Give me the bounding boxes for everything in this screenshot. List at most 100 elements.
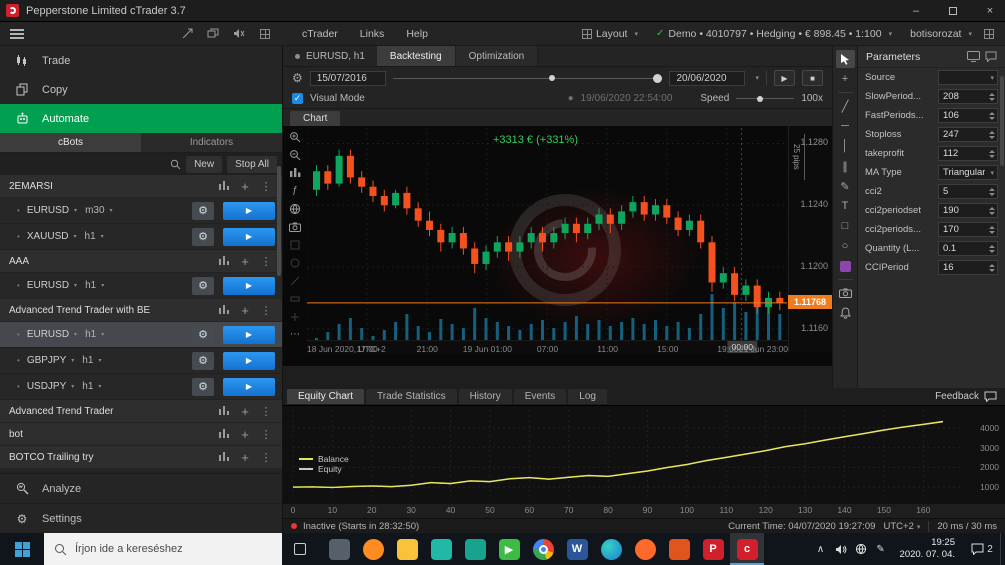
parameter-input[interactable]: 0.1 [938,241,998,256]
account-selector[interactable]: ✓ Demo • 4010797 • Hedging • € 898.45 • … [647,28,901,40]
tray-clock[interactable]: 19:25 2020. 07. 04. [891,537,964,561]
parameter-input[interactable]: 106 [938,108,998,123]
bot-instance-row[interactable]: •EURUSD▾h1▾⚙▶ [0,273,282,299]
instance-play-button[interactable]: ▶ [223,352,275,370]
taskbar-icon-dark-app[interactable] [322,533,356,565]
instrument-tab[interactable]: EURUSD, h1 [283,46,377,66]
bot-menu-icon[interactable]: ⋮ [259,304,273,317]
more-options-icon[interactable]: ⋯ [287,327,304,342]
object-tool-icon[interactable] [287,291,304,306]
spinner-buttons[interactable] [989,147,995,160]
bot-instances-icon[interactable] [217,304,231,317]
cursor-tool-icon[interactable] [836,50,855,68]
backtest-play-button[interactable]: ▶ [774,70,795,86]
trend-line-tool-icon[interactable]: ╱ [836,97,855,115]
profile-selector[interactable]: botisorozat ▾ [901,28,981,40]
bot-instances-icon[interactable] [217,451,231,464]
layout-selector[interactable]: Layout ▾ [573,28,647,40]
bot-instances-icon[interactable] [217,428,231,441]
parameter-input[interactable]: Triangular▾ [938,165,998,180]
timezone-selector[interactable]: UTC+2▾ [883,521,920,532]
instance-timeframe-select[interactable]: h1 [85,231,96,242]
bot-instance-row[interactable]: •USDJPY▾h1▾⚙▶ [0,374,282,400]
instance-play-button[interactable]: ▶ [223,228,275,246]
text-tool-icon[interactable]: T [836,197,855,215]
instance-timeframe-select[interactable]: m30 [85,205,104,216]
tab-indicators[interactable]: Indicators [141,133,282,153]
instance-symbol-select[interactable]: USDJPY [27,381,66,392]
crosshair-tool-icon[interactable]: + [836,70,855,88]
taskbar-icon-file-explorer[interactable] [390,533,424,565]
candlestick-chart[interactable] [307,128,787,354]
instance-timeframe-select[interactable]: h1 [82,355,93,366]
instance-timeframe-select[interactable]: h1 [85,329,96,340]
chevron-down-icon[interactable]: ▾ [755,74,759,82]
instance-play-button[interactable]: ▶ [223,378,275,396]
tray-chevron-up-icon[interactable]: ∧ [811,544,831,555]
chart-area[interactable]: ƒ ⋯ +3313 € (+331%) 25 pips 1.11768 1.12… [283,126,832,366]
spinner-buttons[interactable] [989,204,995,217]
rectangle-tool-icon[interactable]: □ [836,217,855,235]
tab-optimization[interactable]: Optimization [456,46,539,66]
parameter-input[interactable]: 5 [938,184,998,199]
bot-menu-icon[interactable]: ⋮ [259,451,273,464]
bot-instances-icon[interactable] [217,255,231,268]
parameter-input[interactable]: ▾ [938,70,998,85]
taskbar-icon-word[interactable]: W [560,533,594,565]
backtest-settings-icon[interactable]: ⚙ [292,71,303,85]
mute-icon[interactable] [231,27,247,41]
close-button[interactable]: × [975,0,1005,22]
instance-play-button[interactable]: ▶ [223,326,275,344]
pen-icon[interactable]: ✎ [871,544,891,555]
taskbar-icon-chrome[interactable] [526,533,560,565]
instance-play-button[interactable]: ▶ [223,202,275,220]
indicators-icon[interactable]: ƒ [287,183,304,198]
ellipse-tool-icon[interactable]: ○ [836,237,855,255]
end-date-input[interactable]: 20/06/2020 [669,71,745,86]
object-tool-icon[interactable] [287,309,304,324]
instance-settings-button[interactable]: ⚙ [192,326,214,344]
instance-symbol-select[interactable]: EURUSD [27,280,69,291]
menu-help[interactable]: Help [395,28,439,40]
task-view-icon[interactable] [282,533,318,565]
add-instance-button[interactable]: + [238,427,252,442]
object-tool-icon[interactable] [287,237,304,252]
new-cbot-button[interactable]: New [186,156,222,173]
add-instance-button[interactable]: + [238,179,252,194]
bot-instance-row[interactable]: •EURUSD▾h1▾⚙▶ [0,322,282,348]
instance-settings-button[interactable]: ⚙ [192,228,214,246]
instance-timeframe-select[interactable]: h1 [85,280,96,291]
taskbar-icon-green-media-app[interactable]: ▶ [492,533,526,565]
slider-handle[interactable] [653,74,662,83]
sidebar-item-settings[interactable]: ⚙ Settings [0,503,282,533]
bot-menu-icon[interactable]: ⋮ [259,255,273,268]
bot-menu-icon[interactable]: ⋮ [259,428,273,441]
horizontal-line-tool-icon[interactable]: ─ [836,117,855,135]
start-date-input[interactable]: 15/07/2016 [310,71,386,86]
spinner-buttons[interactable] [989,185,995,198]
time-axis[interactable]: 00:00 18 Jun 2020, UTC+217:0021:0019 Jun… [307,340,788,354]
bot-header[interactable]: Advanced Trend Trader+⋮ [0,400,282,423]
add-instance-button[interactable]: + [238,450,252,465]
equity-chart[interactable]: Balance Equity 1000200030004000 [283,405,1005,504]
parameter-input[interactable]: 112 [938,146,998,161]
chat-icon[interactable] [985,51,997,62]
spinner-buttons[interactable] [989,242,995,255]
tab-cbots[interactable]: cBots [0,133,141,153]
parameter-input[interactable]: 16 [938,260,998,275]
object-tool-icon[interactable] [287,273,304,288]
bot-header[interactable]: AAA+⋮ [0,250,282,273]
menu-ctrader[interactable]: cTrader [291,28,349,40]
taskbar-icon-pepperstone[interactable]: P [696,533,730,565]
maximize-button[interactable] [938,0,968,22]
instance-symbol-select[interactable]: GBPJPY [27,355,66,366]
taskbar-icon-edge[interactable] [594,533,628,565]
vertical-line-tool-icon[interactable]: │ [836,137,855,155]
zoom-out-icon[interactable] [287,147,304,162]
spinner-buttons[interactable] [989,90,995,103]
tab-events[interactable]: Events [514,389,567,404]
bot-search-field[interactable] [5,159,181,170]
price-axis[interactable]: 25 pips 1.11768 1.12801.12401.12001.1160 [788,126,832,352]
add-instance-button[interactable]: + [238,303,252,318]
sidebar-scrollbar[interactable] [277,166,281,276]
